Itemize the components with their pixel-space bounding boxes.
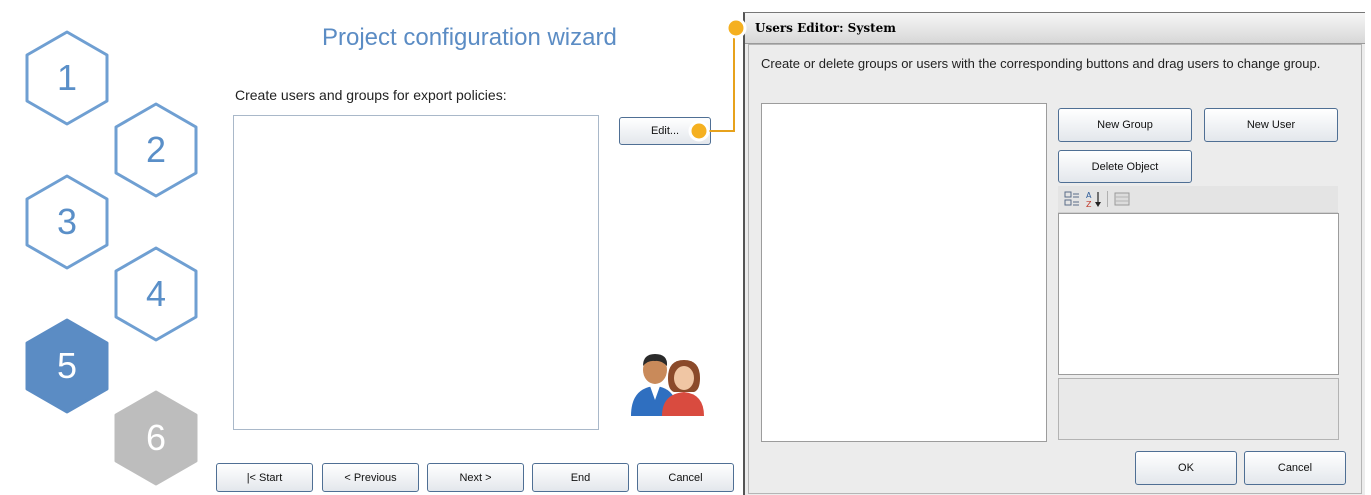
step-4[interactable]: 4	[108, 246, 204, 342]
step-5-active[interactable]: 5	[19, 318, 115, 414]
dialog-titlebar[interactable]: Users Editor: System	[745, 13, 1365, 44]
previous-button[interactable]: < Previous	[322, 463, 419, 492]
step-number: 6	[145, 417, 167, 458]
step-number: 1	[56, 57, 78, 98]
new-group-button[interactable]: New Group	[1058, 108, 1192, 142]
property-pages-icon[interactable]	[1113, 190, 1131, 208]
users-tree[interactable]	[761, 103, 1047, 442]
users-icon	[631, 354, 704, 416]
step-number: 3	[56, 201, 78, 242]
edit-button[interactable]: Edit...	[619, 117, 711, 145]
dialog-cancel-button[interactable]: Cancel	[1244, 451, 1346, 485]
step-3[interactable]: 3	[19, 174, 115, 270]
property-grid[interactable]	[1058, 213, 1339, 375]
users-editor-dialog: Users Editor: System Create or delete gr…	[743, 12, 1365, 495]
step-number: 4	[145, 273, 167, 314]
categorized-icon[interactable]	[1063, 190, 1081, 208]
cancel-button[interactable]: Cancel	[637, 463, 734, 492]
users-groups-list[interactable]	[233, 115, 599, 430]
step-1[interactable]: 1	[19, 30, 115, 126]
step-2[interactable]: 2	[108, 102, 204, 198]
wizard-panel: 1 2 3 4 5 6 Project configuration wizard…	[0, 0, 742, 494]
dialog-title: Users Editor: System	[755, 21, 896, 35]
delete-object-button[interactable]: Delete Object	[1058, 150, 1192, 183]
new-user-button[interactable]: New User	[1204, 108, 1338, 142]
end-button[interactable]: End	[532, 463, 629, 492]
sort-alphabetical-icon[interactable]: A Z	[1085, 190, 1103, 208]
step-6: 6	[108, 390, 204, 486]
next-button[interactable]: Next >	[427, 463, 524, 492]
property-toolbar: A Z	[1058, 186, 1338, 213]
svg-text:Z: Z	[1086, 200, 1092, 208]
ok-button[interactable]: OK	[1135, 451, 1237, 485]
property-description	[1058, 378, 1339, 440]
wizard-title: Project configuration wizard	[322, 24, 617, 51]
step-number: 2	[145, 129, 167, 170]
svg-text:A: A	[1086, 191, 1092, 200]
start-button[interactable]: |< Start	[216, 463, 313, 492]
dialog-instruction: Create or delete groups or users with th…	[761, 56, 1321, 71]
wizard-instruction: Create users and groups for export polic…	[235, 87, 507, 103]
step-number: 5	[56, 345, 78, 386]
toolbar-separator	[1107, 191, 1108, 207]
